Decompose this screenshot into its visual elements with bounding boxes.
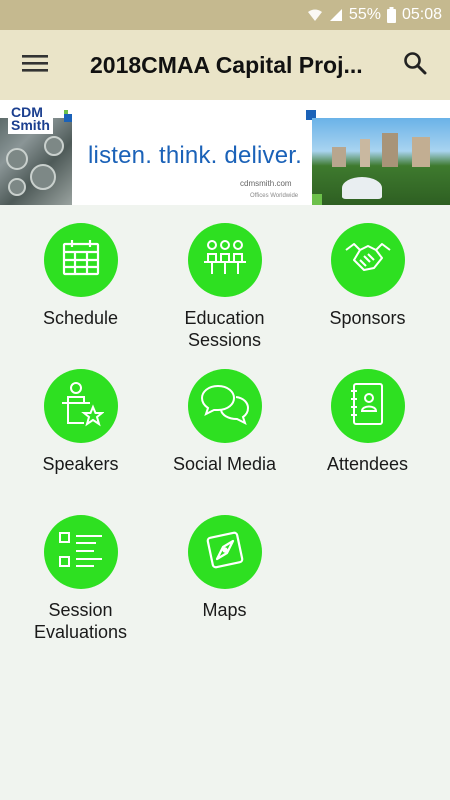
checklist-icon — [58, 530, 104, 575]
speaker-podium-icon — [58, 381, 105, 432]
tile-schedule[interactable]: Schedule — [9, 223, 152, 329]
chat-bubbles-icon — [200, 383, 250, 430]
tile-icon-circle — [187, 369, 262, 443]
tile-label: Attendees — [326, 454, 409, 474]
tile-speakers[interactable]: Speakers — [9, 369, 152, 475]
calendar-icon — [59, 236, 103, 285]
search-button[interactable] — [390, 40, 440, 90]
tile-label: Schedule — [42, 308, 119, 328]
signal-icon — [329, 8, 343, 22]
battery-icon — [386, 7, 396, 23]
tile-icon-circle — [187, 223, 262, 297]
menu-button[interactable] — [0, 30, 70, 100]
status-bar: 55% 05:08 — [0, 0, 450, 30]
tile-icon-circle — [43, 369, 118, 443]
tile-label: Speakers — [42, 454, 119, 474]
tile-icon-circle — [330, 369, 405, 443]
page-title: 2018CMAA Capital Proj... — [90, 51, 363, 78]
banner-url: cdmsmith.com — [240, 179, 292, 188]
battery-percent: 55% — [348, 6, 381, 23]
group-presentation-icon — [202, 238, 248, 283]
tile-label: Session Evaluations — [33, 600, 128, 642]
wifi-icon — [307, 8, 323, 22]
hamburger-menu-icon — [22, 53, 48, 78]
tile-icon-circle — [43, 515, 118, 589]
banner-footnote: Offices Worldwide — [250, 193, 299, 199]
tile-sponsors[interactable]: Sponsors — [296, 223, 439, 329]
tile-icon-circle — [43, 223, 118, 297]
tile-social-media[interactable]: Social Media — [153, 369, 296, 475]
app-bar: 2018CMAA Capital Proj... — [0, 30, 450, 100]
handshake-icon — [344, 240, 392, 281]
tile-maps[interactable]: Maps — [153, 515, 296, 621]
cdm-smith-logo: CDM Smith — [8, 104, 53, 134]
banner-tagline: listen. think. deliver. — [88, 142, 303, 169]
tile-education-sessions[interactable]: Education Sessions — [153, 223, 296, 351]
sponsor-banner[interactable]: CDM Smith listen. think. deliver. cdmsmit… — [0, 100, 450, 205]
clock: 05:08 — [401, 6, 442, 23]
tile-label: Education Sessions — [184, 308, 265, 350]
tile-label: Maps — [202, 600, 247, 620]
search-icon — [403, 51, 427, 80]
tile-icon-circle — [187, 515, 262, 589]
address-book-icon — [348, 381, 388, 432]
tile-session-evaluations[interactable]: Session Evaluations — [9, 515, 152, 643]
tile-attendees[interactable]: Attendees — [296, 369, 439, 475]
tile-label: Sponsors — [329, 308, 406, 328]
compass-icon — [205, 530, 245, 575]
tile-label: Social Media — [172, 454, 277, 474]
city-fountain-photo — [312, 118, 450, 205]
tile-icon-circle — [330, 223, 405, 297]
